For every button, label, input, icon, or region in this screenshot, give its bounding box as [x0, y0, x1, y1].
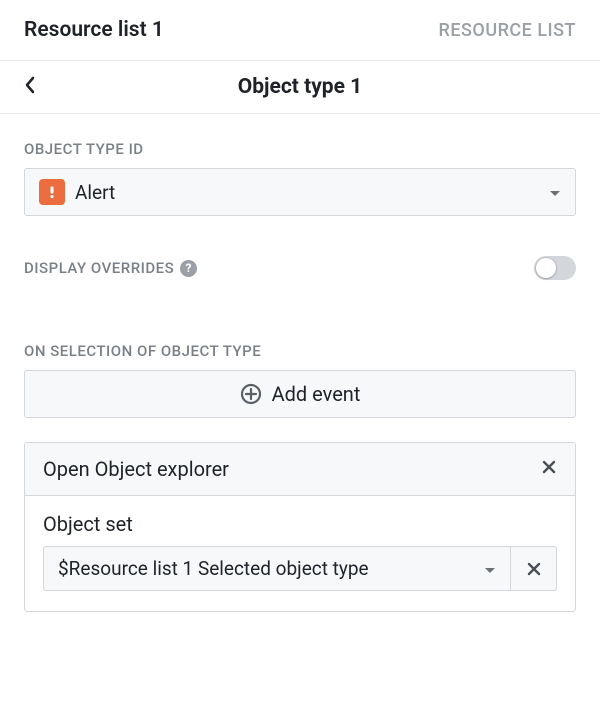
display-overrides-label: DISPLAY OVERRIDES ?: [24, 259, 197, 277]
on-selection-section: ON SELECTION OF OBJECT TYPE Add event Op…: [24, 342, 576, 612]
close-icon[interactable]: [541, 459, 557, 479]
add-event-label: Add event: [272, 382, 361, 406]
topbar: Resource list 1 RESOURCE LIST: [0, 0, 600, 61]
plus-circle-icon: [240, 383, 262, 405]
on-selection-label: ON SELECTION OF OBJECT TYPE: [24, 342, 576, 360]
caret-down-icon: [484, 557, 496, 580]
display-overrides-toggle[interactable]: [534, 256, 576, 280]
page-title: Resource list 1: [24, 18, 164, 42]
toggle-knob: [536, 258, 556, 278]
subheader: Object type 1: [0, 61, 600, 114]
object-type-id-select[interactable]: Alert: [24, 168, 576, 216]
event-card-header: Open Object explorer: [25, 443, 575, 496]
display-overrides-row: DISPLAY OVERRIDES ?: [24, 256, 576, 280]
back-chevron-icon[interactable]: [24, 76, 36, 98]
object-set-label: Object set: [43, 512, 557, 536]
object-set-select[interactable]: $Resource list 1 Selected object type: [43, 546, 511, 591]
help-icon[interactable]: ?: [180, 260, 197, 277]
add-event-button[interactable]: Add event: [24, 370, 576, 418]
object-type-id-value: Alert: [75, 181, 539, 204]
object-set-row: $Resource list 1 Selected object type: [43, 546, 557, 591]
content-area: OBJECT TYPE ID Alert DISPLAY OVERRIDES ?…: [0, 114, 600, 612]
event-card-body: Object set $Resource list 1 Selected obj…: [25, 496, 575, 611]
event-card-title: Open Object explorer: [43, 457, 229, 481]
subheader-title: Object type 1: [24, 75, 576, 99]
alert-icon: [39, 179, 65, 205]
caret-down-icon: [549, 183, 561, 202]
event-card: Open Object explorer Object set $Resourc…: [24, 442, 576, 612]
object-set-value: $Resource list 1 Selected object type: [58, 557, 474, 580]
object-set-clear-button[interactable]: [511, 546, 557, 591]
display-overrides-text: DISPLAY OVERRIDES: [24, 259, 174, 277]
resource-type-label: RESOURCE LIST: [439, 20, 576, 41]
object-type-id-label: OBJECT TYPE ID: [24, 140, 576, 158]
